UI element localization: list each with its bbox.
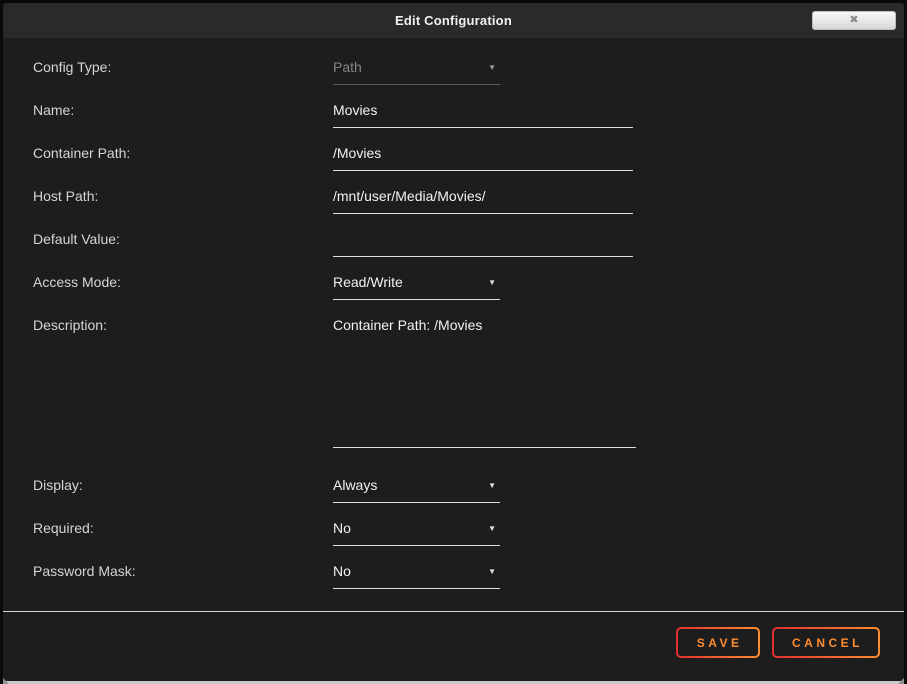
- default-value-input[interactable]: [333, 224, 633, 257]
- config-type-select: Path ▼: [333, 52, 500, 85]
- display-label: Display:: [33, 477, 83, 493]
- form-row-host-path: Host Path:: [33, 181, 904, 224]
- footer-divider: [3, 611, 904, 612]
- form-row-display: Display: Always ▼: [33, 470, 904, 513]
- dialog-content: Config Type: Path ▼ Name: Container Path…: [3, 38, 904, 599]
- save-button-label: SAVE: [678, 629, 758, 656]
- dialog-footer: SAVE CANCEL: [676, 627, 880, 658]
- dialog-title: Edit Configuration: [395, 13, 512, 28]
- host-path-input[interactable]: [333, 181, 633, 214]
- required-label: Required:: [33, 520, 94, 536]
- cancel-button-label: CANCEL: [773, 629, 878, 656]
- name-label: Name:: [33, 102, 75, 118]
- save-button[interactable]: SAVE: [676, 627, 760, 658]
- form-row-config-type: Config Type: Path ▼: [33, 52, 904, 95]
- name-input[interactable]: [333, 95, 633, 128]
- form-row-password-mask: Password Mask: No ▼: [33, 556, 904, 599]
- chevron-down-icon: ▼: [488, 63, 496, 72]
- close-button[interactable]: ✖: [812, 11, 896, 30]
- select-value: Read/Write: [333, 274, 403, 290]
- close-icon: ✖: [849, 14, 859, 26]
- description-textarea[interactable]: Container Path: /Movies: [333, 310, 636, 448]
- form-row-required: Required: No ▼: [33, 513, 904, 556]
- host-path-label: Host Path:: [33, 188, 99, 204]
- container-path-input[interactable]: [333, 138, 633, 171]
- container-path-label: Container Path:: [33, 145, 131, 161]
- required-select[interactable]: No ▼: [333, 513, 500, 546]
- form-row-access-mode: Access Mode: Read/Write ▼: [33, 267, 904, 310]
- form-row-default-value: Default Value:: [33, 224, 904, 267]
- form-row-container-path: Container Path:: [33, 138, 904, 181]
- access-mode-label: Access Mode:: [33, 274, 121, 290]
- chevron-down-icon: ▼: [488, 567, 496, 576]
- chevron-down-icon: ▼: [488, 481, 496, 490]
- config-type-label: Config Type:: [33, 59, 112, 75]
- password-mask-select[interactable]: No ▼: [333, 556, 500, 589]
- select-value: Always: [333, 477, 378, 493]
- dialog-titlebar: Edit Configuration ✖: [3, 3, 904, 38]
- default-value-label: Default Value:: [33, 231, 120, 247]
- form-row-description: Description: Container Path: /Movies: [33, 310, 904, 470]
- form-row-name: Name:: [33, 95, 904, 138]
- select-value: Path: [333, 59, 362, 75]
- access-mode-select[interactable]: Read/Write ▼: [333, 267, 500, 300]
- chevron-down-icon: ▼: [488, 278, 496, 287]
- chevron-down-icon: ▼: [488, 524, 496, 533]
- select-value: No: [333, 563, 351, 579]
- password-mask-label: Password Mask:: [33, 563, 136, 579]
- cancel-button[interactable]: CANCEL: [771, 627, 880, 658]
- display-select[interactable]: Always ▼: [333, 470, 500, 503]
- description-label: Description:: [33, 317, 107, 333]
- select-value: No: [333, 520, 351, 536]
- edit-configuration-dialog: Edit Configuration ✖ Config Type: Path ▼…: [0, 0, 907, 684]
